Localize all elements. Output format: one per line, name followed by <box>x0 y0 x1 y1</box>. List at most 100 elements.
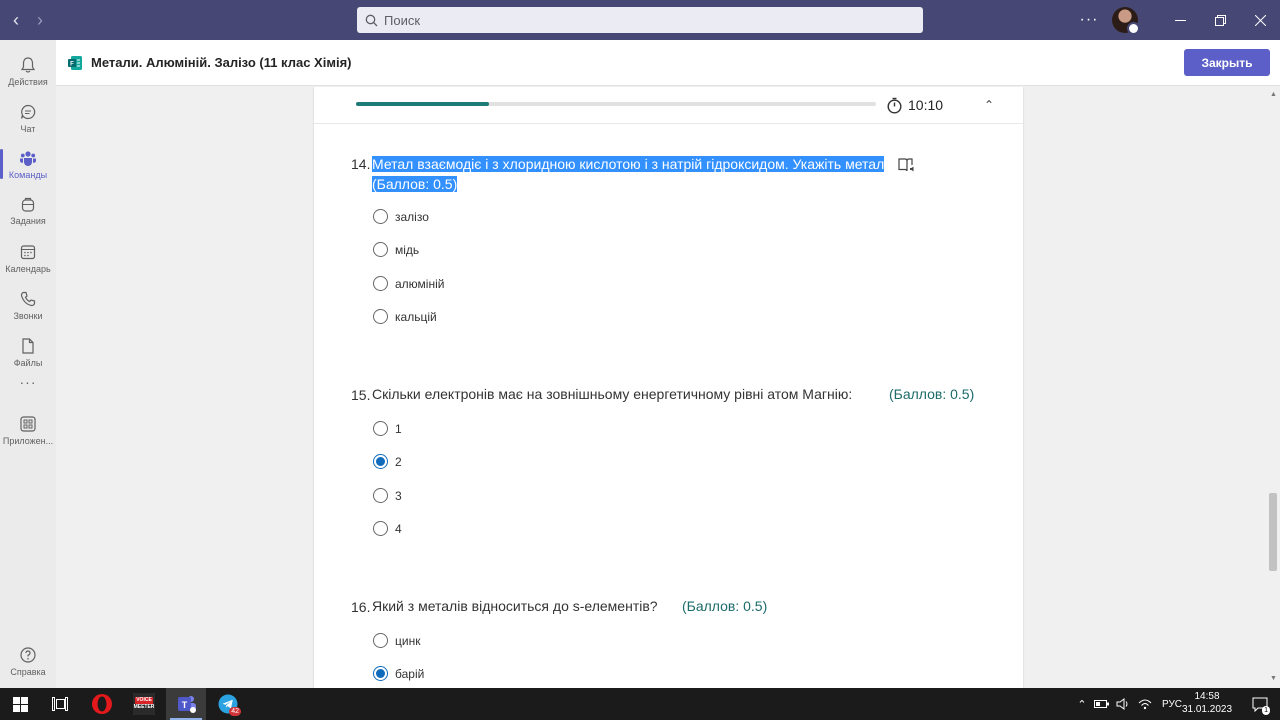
question-text: Скільки електронів має на зовнішньому ен… <box>372 386 853 402</box>
chevron-up-icon[interactable]: ⌃ <box>1072 698 1092 711</box>
immersive-reader-icon[interactable] <box>898 157 916 173</box>
answer-option[interactable]: 3 <box>373 488 402 503</box>
chat-icon <box>20 104 36 119</box>
more-options-icon[interactable]: ··· <box>1074 11 1104 29</box>
rail-item-teams[interactable]: Команды <box>0 141 56 187</box>
battery-icon[interactable] <box>1094 699 1110 709</box>
windows-logo-icon <box>12 696 28 712</box>
rail-more-icon[interactable]: ··· <box>0 367 56 397</box>
scroll-down-icon[interactable]: ▼ <box>1270 675 1277 682</box>
option-label: кальцій <box>395 309 437 324</box>
scroll-up-icon[interactable]: ▲ <box>1270 91 1277 98</box>
notification-count: 1 <box>1262 706 1270 715</box>
taskbar-voicemeeter[interactable]: VOICE MEETER <box>124 688 164 720</box>
question-points: (Баллов: 0.5) <box>889 386 975 402</box>
progress-bar <box>356 102 876 106</box>
rail-item-calendar[interactable]: Календарь <box>0 235 56 281</box>
notifications-button[interactable]: 1 <box>1240 688 1280 720</box>
start-button[interactable] <box>0 688 40 720</box>
radio-button[interactable] <box>373 421 388 436</box>
radio-button[interactable] <box>373 521 388 536</box>
divider <box>314 123 1023 124</box>
scroll-thumb[interactable] <box>1269 493 1277 571</box>
option-label: 3 <box>395 488 402 503</box>
restore-icon[interactable] <box>1200 0 1240 40</box>
task-view-icon <box>52 697 68 711</box>
radio-button[interactable] <box>373 488 388 503</box>
rail-more-label: ··· <box>19 374 37 390</box>
clock-time: 14:58 <box>1194 691 1220 702</box>
rail-label: Справка <box>10 666 46 677</box>
rail-label: Файлы <box>13 357 43 368</box>
answer-option[interactable]: цинк <box>373 633 420 648</box>
bell-icon <box>20 56 36 73</box>
answer-option[interactable]: мідь <box>373 242 419 257</box>
taskbar-teams[interactable]: T <box>166 688 206 720</box>
answer-option[interactable]: кальцій <box>373 309 437 324</box>
chevron-up-icon[interactable]: ⌃ <box>984 98 994 112</box>
rail-item-activity[interactable]: Действия <box>0 48 56 94</box>
rail-label: Чат <box>20 123 36 134</box>
rail-label: Приложен... <box>2 435 54 446</box>
scrollbar[interactable]: ▲ ▼ <box>1266 87 1280 688</box>
timer-icon <box>887 97 902 114</box>
question-text-body: Метал взаємодіє і з хлоридною кислотою і… <box>372 156 885 172</box>
title-bar: ‹ › Поиск ··· <box>0 0 1280 40</box>
option-label: мідь <box>395 242 420 257</box>
voicemeeter-line2: MEETER <box>133 704 155 710</box>
task-view-button[interactable] <box>40 688 80 720</box>
clock-date: 31.01.2023 <box>1181 704 1233 715</box>
volume-icon[interactable] <box>1116 698 1132 710</box>
forward-arrow-icon[interactable]: › <box>28 0 52 40</box>
option-label: 4 <box>395 521 402 536</box>
network-icon[interactable] <box>1138 698 1152 710</box>
option-label: залізо <box>395 209 429 224</box>
radio-button[interactable] <box>373 633 388 648</box>
question-points: (Баллов: 0.5) <box>682 598 768 614</box>
question-points: (Баллов: 0.5) <box>372 176 458 192</box>
answer-option[interactable]: залізо <box>373 209 429 224</box>
clock[interactable]: 14:58 31.01.2023 <box>1178 690 1236 716</box>
option-label: алюміній <box>395 276 445 291</box>
search-icon <box>365 14 378 26</box>
rail-item-apps[interactable]: Приложен... <box>0 407 56 453</box>
question-number: 15. <box>351 387 371 403</box>
left-rail: Действия Чат Команды Задания Календарь З… <box>0 40 56 688</box>
answer-option[interactable]: 2 <box>373 454 402 469</box>
system-tray: ⌃ РУС <box>1072 688 1182 720</box>
rail-label: Команды <box>8 169 48 180</box>
radio-button-selected[interactable] <box>373 666 388 681</box>
rail-item-assignments[interactable]: Задания <box>0 187 56 233</box>
taskbar-opera[interactable] <box>82 688 122 720</box>
close-window-icon[interactable] <box>1240 0 1280 40</box>
search-input[interactable]: Поиск <box>357 7 923 33</box>
timer-value: 10:10 <box>908 97 944 113</box>
radio-button[interactable] <box>373 276 388 291</box>
radio-button[interactable] <box>373 209 388 224</box>
answer-option[interactable]: 1 <box>373 421 402 436</box>
answer-option[interactable]: алюміній <box>373 276 444 291</box>
svg-text:F: F <box>70 61 74 67</box>
rail-item-chat[interactable]: Чат <box>0 95 56 141</box>
back-arrow-icon[interactable]: ‹ <box>4 0 28 40</box>
radio-button[interactable] <box>373 242 388 257</box>
radio-button-selected[interactable] <box>373 454 388 469</box>
radio-button[interactable] <box>373 309 388 324</box>
svg-text:T: T <box>182 700 188 710</box>
rail-item-help[interactable]: Справка <box>0 638 56 684</box>
app-header: F Метали. Алюміній. Залізо (11 клас Хімі… <box>56 40 1280 86</box>
avatar[interactable] <box>1112 7 1140 35</box>
form-content: 10:10 ⌃ 14. Метал взаємодіє і з хлоридно… <box>56 87 1280 688</box>
rail-item-calls[interactable]: Звонки <box>0 282 56 328</box>
teams-icon <box>20 150 36 166</box>
answer-option[interactable]: барій <box>373 666 424 681</box>
voicemeeter-line1: VOICE <box>135 697 153 704</box>
taskbar-telegram[interactable]: 42 <box>208 688 248 720</box>
apps-icon <box>20 415 36 432</box>
voicemeeter-icon: VOICE MEETER <box>133 693 155 715</box>
option-label: барій <box>395 666 425 681</box>
rail-label: Звонки <box>13 310 43 321</box>
close-button[interactable]: Закрыть <box>1184 49 1270 76</box>
minimize-icon[interactable] <box>1160 0 1200 40</box>
answer-option[interactable]: 4 <box>373 521 402 536</box>
